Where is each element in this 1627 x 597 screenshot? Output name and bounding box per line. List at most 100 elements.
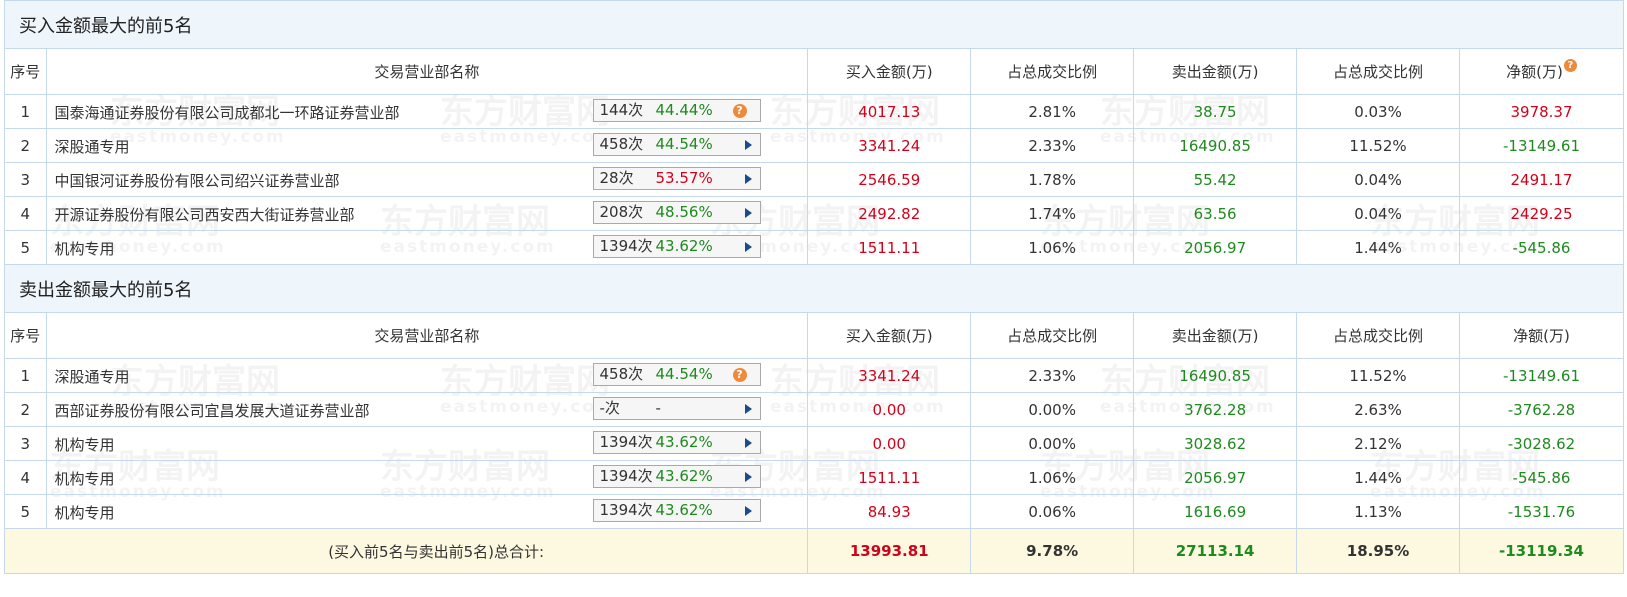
buy-amount: 0.00: [807, 392, 972, 427]
sell-amount: 55.42: [1133, 162, 1298, 197]
table-row: 1 深股通专用 458次 44.54%? 3341.24 2.33% 16490.85 11.…: [4, 358, 1624, 393]
header-sell-ratio-label: 占总成交比例: [1333, 327, 1424, 345]
question-badge-icon[interactable]: ?: [732, 368, 747, 382]
branch-name-link[interactable]: 机构专用: [55, 238, 115, 259]
section-title-row-buy-top5: 买入金额最大的前5名: [4, 0, 1624, 49]
branch-stats-tag[interactable]: 1394次 43.62%: [592, 465, 761, 488]
question-badge-icon[interactable]: ?: [732, 104, 747, 118]
branch-cell: 西部证券股份有限公司宜昌发展大道证券营业部 -次 -: [45, 392, 809, 427]
branch-stats-tag[interactable]: 1394次 43.62%: [592, 499, 761, 522]
branch-cell: 机构专用 1394次 43.62%: [45, 230, 809, 265]
play-arrow-icon[interactable]: [744, 506, 752, 516]
branch-name-link[interactable]: 中国银河证券股份有限公司绍兴证券营业部: [55, 170, 340, 191]
header-sell-ratio: 占总成交比例: [1296, 312, 1460, 359]
sell-ratio: 0.04%: [1296, 162, 1460, 197]
net-amount: 3978.37: [1459, 94, 1624, 129]
branch-cell: 国泰海通证券股份有限公司成都北一环路证券营业部 144次 44.44%?: [45, 94, 809, 129]
header-buy-ratio: 占总成交比例: [970, 312, 1135, 359]
header-index-label: 序号: [10, 327, 41, 345]
branch-name-link[interactable]: 开源证券股份有限公司西安西大街证券营业部: [55, 204, 355, 225]
buy-ratio: 2.81%: [970, 94, 1135, 129]
buy-ratio: 1.06%: [970, 230, 1135, 265]
table-body: 买入金额最大的前5名 序号 交易营业部名称 买入金额(万) 占总成交比例 卖出金额(万) 占…: [3, 0, 1624, 574]
row-index: 4: [4, 196, 47, 231]
buy-ratio: 1.78%: [970, 162, 1135, 197]
success-rate: 44.54%: [655, 365, 713, 383]
branch-stats-tag[interactable]: 28次 53.57%: [592, 167, 761, 190]
dragon-tiger-table: 买入金额最大的前5名 序号 交易营业部名称 买入金额(万) 占总成交比例 卖出金额(万) 占…: [3, 0, 1624, 574]
branch-name-link[interactable]: 西部证券股份有限公司宜昌发展大道证券营业部: [55, 400, 370, 421]
header-buy-ratio-label: 占总成交比例: [1007, 327, 1098, 345]
row-index: 1: [4, 94, 47, 129]
header-index: 序号: [4, 48, 47, 95]
branch-cell: 开源证券股份有限公司西安西大街证券营业部 208次 48.56%: [45, 196, 809, 231]
sell-amount: 63.56: [1133, 196, 1298, 231]
header-sell-amount-label: 卖出金额(万): [1171, 63, 1259, 81]
header-index-label: 序号: [10, 63, 41, 81]
table-row: 5 机构专用 1394次 43.62% 84.93 0.06% 1616.69 1.13% -1…: [4, 494, 1624, 529]
header-buy-amount-label: 买入金额(万): [845, 63, 933, 81]
branch-stats-tag[interactable]: 1394次 43.62%: [592, 235, 761, 258]
branch-stats-tag[interactable]: 144次 44.44%?: [592, 99, 761, 122]
table-row: 3 中国银河证券股份有限公司绍兴证券营业部 28次 53.57% 2546.59 1.78…: [4, 162, 1624, 197]
sell-amount: 16490.85: [1133, 358, 1298, 393]
question-badge-icon[interactable]: ?: [1563, 59, 1577, 72]
net-amount: -1531.76: [1459, 494, 1624, 529]
play-arrow-icon[interactable]: [744, 404, 752, 414]
buy-amount: 4017.13: [807, 94, 972, 129]
sell-amount: 3762.28: [1133, 392, 1298, 427]
listing-count: 144次: [599, 101, 644, 119]
total-sell-amount: 27113.14: [1133, 528, 1298, 574]
success-rate: 43.62%: [655, 501, 713, 519]
header-net-amount: 净额(万): [1459, 312, 1624, 359]
header-branch-name-label: 交易营业部名称: [374, 63, 480, 81]
header-index: 序号: [4, 312, 47, 359]
listing-count: 1394次: [599, 433, 653, 451]
sell-ratio: 1.44%: [1296, 230, 1460, 265]
branch-cell: 机构专用 1394次 43.62%: [45, 460, 809, 495]
play-arrow-icon[interactable]: [744, 208, 752, 218]
sell-amount: 3028.62: [1133, 426, 1298, 461]
header-sell-ratio: 占总成交比例: [1296, 48, 1460, 95]
total-label: (买入前5名与卖出前5名)总合计:: [328, 542, 545, 561]
header-net-amount-label: 净额(万): [1513, 327, 1570, 345]
header-net-amount: 净额(万)?: [1459, 48, 1624, 95]
sell-amount: 2056.97: [1133, 230, 1298, 265]
header-branch-name: 交易营业部名称: [45, 48, 809, 95]
success-rate: 53.57%: [655, 169, 713, 187]
branch-stats-tag[interactable]: 458次 44.54%: [592, 133, 761, 156]
branch-name-link[interactable]: 机构专用: [55, 434, 115, 455]
row-index: 1: [4, 358, 47, 393]
play-arrow-icon[interactable]: [744, 242, 752, 252]
play-arrow-icon[interactable]: [744, 140, 752, 150]
header-row-sell-top5: 序号 交易营业部名称 买入金额(万) 占总成交比例 卖出金额(万) 占总成交比例 净额(万): [4, 312, 1624, 359]
branch-name-link[interactable]: 深股通专用: [55, 136, 130, 157]
sell-amount: 1616.69: [1133, 494, 1298, 529]
play-arrow-icon[interactable]: [744, 472, 752, 482]
branch-name-link[interactable]: 机构专用: [55, 502, 115, 523]
branch-stats-tag[interactable]: 1394次 43.62%: [592, 431, 761, 454]
header-buy-ratio-label: 占总成交比例: [1007, 63, 1098, 81]
row-index: 3: [4, 426, 47, 461]
branch-name-link[interactable]: 国泰海通证券股份有限公司成都北一环路证券营业部: [55, 102, 400, 123]
branch-stats-tag[interactable]: 208次 48.56%: [592, 201, 761, 224]
table-row: 2 西部证券股份有限公司宜昌发展大道证券营业部 -次 - 0.00 0.00% 3762.2…: [4, 392, 1624, 427]
sell-ratio: 2.63%: [1296, 392, 1460, 427]
success-rate: 48.56%: [655, 203, 713, 221]
net-amount: 2429.25: [1459, 196, 1624, 231]
branch-stats-tag[interactable]: -次 -: [592, 397, 761, 420]
buy-amount: 1511.11: [807, 460, 972, 495]
branch-name-link[interactable]: 机构专用: [55, 468, 115, 489]
listing-count: -次: [599, 399, 620, 417]
header-net-amount-label: 净额(万): [1506, 63, 1563, 81]
branch-name-link[interactable]: 深股通专用: [55, 366, 130, 387]
play-arrow-icon[interactable]: [744, 438, 752, 448]
total-row: (买入前5名与卖出前5名)总合计: 13993.81 9.78% 27113.14 18…: [3, 528, 1624, 574]
listing-count: 458次: [599, 135, 644, 153]
branch-stats-tag[interactable]: 458次 44.54%?: [592, 363, 761, 386]
row-index: 2: [4, 392, 47, 427]
sell-ratio: 11.52%: [1296, 128, 1460, 163]
header-sell-amount: 卖出金额(万): [1133, 312, 1298, 359]
play-arrow-icon[interactable]: [744, 174, 752, 184]
success-rate: -: [655, 399, 661, 417]
